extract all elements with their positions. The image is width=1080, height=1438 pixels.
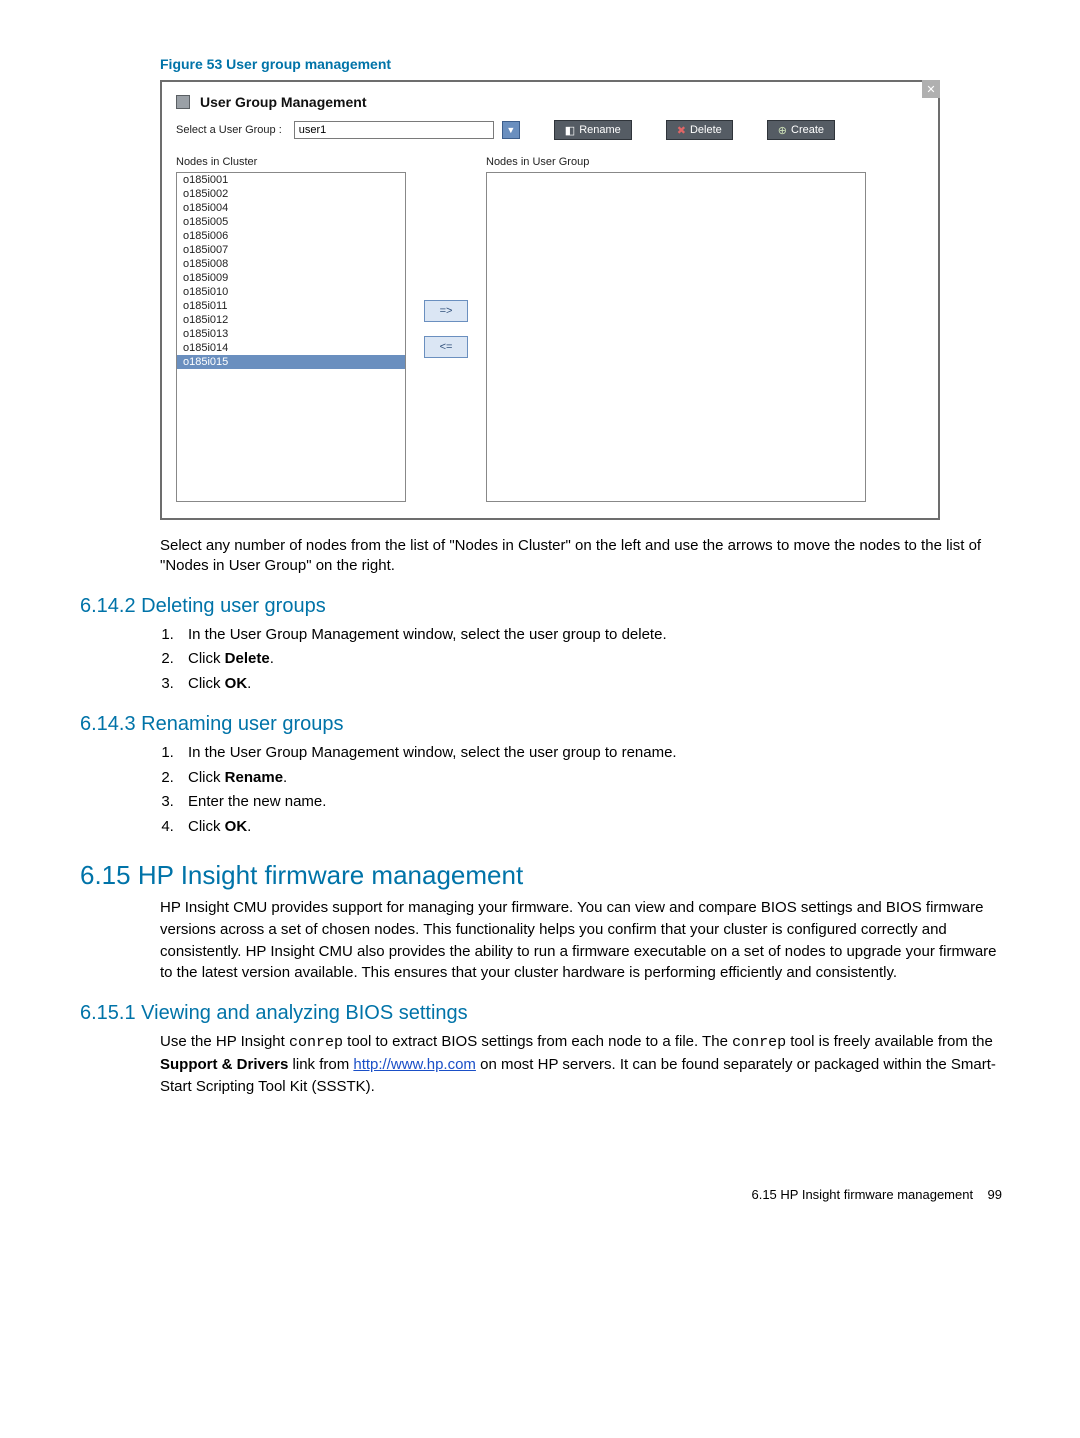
select-group-label: Select a User Group : bbox=[176, 124, 282, 136]
page-footer: 6.15 HP Insight firmware management 99 bbox=[72, 1187, 1008, 1202]
list-item[interactable]: o185i001 bbox=[177, 173, 405, 187]
steps-renaming: In the User Group Management window, sel… bbox=[178, 742, 1008, 838]
user-group-dialog: ✕ User Group Management Select a User Gr… bbox=[160, 80, 940, 520]
list-item[interactable]: o185i015 bbox=[177, 355, 405, 369]
step-item: Click Rename. bbox=[178, 767, 1008, 790]
bios-text: tool to extract BIOS settings from each … bbox=[343, 1033, 732, 1050]
create-button[interactable]: ⊕ Create bbox=[767, 120, 835, 140]
user-group-select-input[interactable] bbox=[294, 121, 494, 139]
bios-paragraph: Use the HP Insight conrep tool to extrac… bbox=[160, 1031, 998, 1097]
list-item[interactable]: o185i011 bbox=[177, 299, 405, 313]
list-item[interactable]: o185i013 bbox=[177, 327, 405, 341]
list-item[interactable]: o185i010 bbox=[177, 285, 405, 299]
firmware-paragraph: HP Insight CMU provides support for mana… bbox=[160, 897, 998, 984]
bios-text: Use the HP Insight bbox=[160, 1033, 289, 1050]
step-item: In the User Group Management window, sel… bbox=[178, 742, 1008, 765]
transfer-arrows: => <= bbox=[406, 156, 486, 502]
delete-button[interactable]: ✖ Delete bbox=[666, 120, 733, 140]
heading-renaming-user-groups: 6.14.3 Renaming user groups bbox=[80, 713, 1008, 736]
delete-icon: ✖ bbox=[677, 124, 686, 137]
cube-icon bbox=[176, 95, 190, 109]
nodes-in-cluster-column: Nodes in Cluster o185i001o185i002o185i00… bbox=[176, 156, 406, 502]
step-item: Click OK. bbox=[178, 673, 1008, 696]
create-icon: ⊕ bbox=[778, 124, 787, 137]
list-item[interactable]: o185i012 bbox=[177, 313, 405, 327]
footer-section: 6.15 HP Insight firmware management bbox=[751, 1187, 973, 1202]
close-icon[interactable]: ✕ bbox=[922, 80, 940, 98]
list-item[interactable]: o185i004 bbox=[177, 201, 405, 215]
heading-deleting-user-groups: 6.14.2 Deleting user groups bbox=[80, 595, 1008, 618]
create-button-label: Create bbox=[791, 124, 824, 136]
bios-text: tool is freely available from the bbox=[786, 1033, 993, 1050]
footer-page-number: 99 bbox=[988, 1187, 1002, 1202]
list-item[interactable]: o185i014 bbox=[177, 341, 405, 355]
rename-icon: ◧ bbox=[565, 124, 575, 137]
rename-button[interactable]: ◧ Rename bbox=[554, 120, 632, 140]
move-right-button[interactable]: => bbox=[424, 300, 468, 322]
step-item: Click Delete. bbox=[178, 648, 1008, 671]
list-item[interactable]: o185i006 bbox=[177, 229, 405, 243]
step-item: Enter the new name. bbox=[178, 791, 1008, 814]
dropdown-button[interactable]: ▼ bbox=[502, 121, 520, 139]
list-item[interactable]: o185i002 bbox=[177, 187, 405, 201]
list-item[interactable]: o185i009 bbox=[177, 271, 405, 285]
nodes-in-group-label: Nodes in User Group bbox=[486, 156, 866, 168]
support-drivers-bold: Support & Drivers bbox=[160, 1056, 288, 1073]
heading-firmware-management: 6.15 HP Insight firmware management bbox=[80, 860, 1008, 891]
hp-link[interactable]: http://www.hp.com bbox=[353, 1056, 476, 1073]
conrep-code: conrep bbox=[732, 1034, 786, 1051]
rename-button-label: Rename bbox=[579, 124, 621, 136]
list-item[interactable]: o185i008 bbox=[177, 257, 405, 271]
dialog-title: User Group Management bbox=[200, 94, 366, 110]
steps-deleting: In the User Group Management window, sel… bbox=[178, 624, 1008, 696]
nodes-in-cluster-label: Nodes in Cluster bbox=[176, 156, 406, 168]
conrep-code: conrep bbox=[289, 1034, 343, 1051]
toolbar: Select a User Group : ▼ ◧ Rename ✖ Delet… bbox=[162, 120, 938, 148]
list-item[interactable]: o185i005 bbox=[177, 215, 405, 229]
dialog-title-bar: User Group Management bbox=[162, 82, 938, 120]
list-item[interactable]: o185i007 bbox=[177, 243, 405, 257]
after-figure-paragraph: Select any number of nodes from the list… bbox=[160, 536, 998, 577]
move-left-button[interactable]: <= bbox=[424, 336, 468, 358]
nodes-in-cluster-listbox[interactable]: o185i001o185i002o185i004o185i005o185i006… bbox=[176, 172, 406, 502]
figure-caption: Figure 53 User group management bbox=[160, 56, 1008, 72]
heading-viewing-bios: 6.15.1 Viewing and analyzing BIOS settin… bbox=[80, 1002, 1008, 1025]
delete-button-label: Delete bbox=[690, 124, 722, 136]
step-item: In the User Group Management window, sel… bbox=[178, 624, 1008, 647]
step-item: Click OK. bbox=[178, 816, 1008, 839]
nodes-in-group-listbox[interactable] bbox=[486, 172, 866, 502]
bios-text: link from bbox=[288, 1056, 353, 1073]
nodes-in-group-column: Nodes in User Group bbox=[486, 156, 866, 502]
